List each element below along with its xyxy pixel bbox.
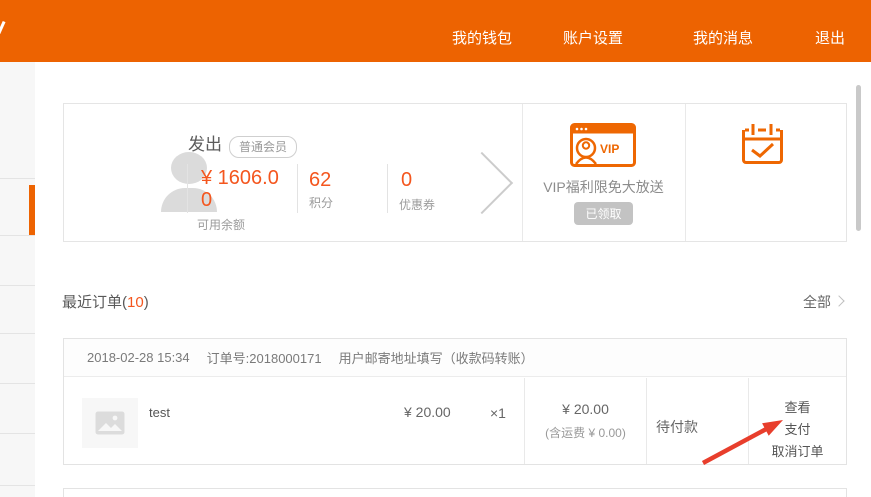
coupons-label: 优惠券 — [399, 196, 435, 213]
scrollbar-thumb[interactable] — [856, 85, 861, 231]
username: 发出 — [188, 130, 222, 155]
order-address-note: 用户邮寄地址填写（收款码转账） — [339, 348, 534, 367]
member-level-badge: 普通会员 — [229, 136, 297, 158]
section-divider — [685, 104, 686, 241]
coupons-value: 0 — [401, 169, 412, 191]
balance-label: 可用余额 — [197, 216, 245, 233]
points-label: 积分 — [309, 194, 333, 211]
stat-divider — [387, 164, 388, 213]
order-card: 2018-02-28 15:34 订单号:2018000171 用户邮寄地址填写… — [63, 338, 847, 465]
sidebar — [0, 62, 35, 497]
order-number: 订单号:2018000171 — [207, 348, 322, 367]
stat-divider — [297, 164, 298, 213]
balance-value: ¥ 1606.00 — [201, 167, 287, 211]
vip-browser-search-icon: VIP — [570, 123, 636, 167]
sidebar-divider — [0, 235, 35, 236]
order-header-row: 2018-02-28 15:34 订单号:2018000171 用户邮寄地址填写… — [64, 339, 846, 377]
claimed-button-wrap: 已领取 — [522, 202, 685, 225]
cancel-order-link[interactable]: 取消订单 — [748, 441, 847, 462]
logo-fragment — [0, 21, 6, 34]
sidebar-divider — [0, 383, 35, 384]
vip-promo-title: VIP福利限免大放送 — [522, 177, 685, 197]
claimed-button[interactable]: 已领取 — [574, 202, 632, 225]
order-datetime: 2018-02-28 15:34 — [87, 350, 190, 365]
svg-text:VIP: VIP — [600, 142, 619, 156]
shipping-note: (含运费 ¥ 0.00) — [545, 424, 626, 441]
recent-orders-count: 10 — [127, 294, 144, 311]
nav-account-settings[interactable]: 账户设置 — [563, 27, 623, 48]
next-order-card-partial — [63, 488, 847, 497]
view-order-link[interactable]: 查看 — [748, 397, 847, 418]
order-total-cell: ¥ 20.00 (含运费 ¥ 0.00) — [525, 378, 646, 464]
item-name[interactable]: test — [149, 405, 170, 420]
order-actions: 查看 支付 取消订单 — [748, 397, 847, 463]
pay-order-link[interactable]: 支付 — [748, 419, 847, 440]
recent-orders-prefix: 最近订单( — [62, 294, 127, 311]
points-value: 62 — [309, 169, 331, 191]
sidebar-divider — [0, 433, 35, 434]
view-all-link[interactable]: 全部 — [803, 292, 831, 312]
nav-my-messages[interactable]: 我的消息 — [693, 27, 753, 48]
calendar-check-icon[interactable] — [739, 123, 786, 167]
sidebar-divider — [0, 178, 35, 179]
chevron-right-icon[interactable] — [451, 152, 513, 214]
recent-orders-suffix: ) — [144, 294, 149, 311]
account-page: 我的钱包 账户设置 我的消息 退出 发出 普通会员 ¥ 1606.00 可用余额… — [0, 0, 871, 497]
user-summary-card: 发出 普通会员 ¥ 1606.00 可用余额 62 积分 0 优惠券 VIP V… — [63, 103, 847, 242]
stat-divider — [187, 164, 188, 213]
item-quantity: ×1 — [490, 405, 506, 421]
order-total-amount: ¥ 20.00 — [562, 401, 609, 417]
chevron-right-icon — [833, 295, 844, 306]
sidebar-active-indicator[interactable] — [29, 185, 35, 235]
image-placeholder-icon — [95, 411, 125, 435]
recent-orders-title: 最近订单(10) — [62, 291, 149, 312]
item-thumbnail[interactable] — [82, 398, 138, 448]
order-status: 待付款 — [656, 417, 698, 437]
nav-logout[interactable]: 退出 — [815, 27, 845, 48]
nav-my-wallet[interactable]: 我的钱包 — [452, 27, 512, 48]
item-price: ¥ 20.00 — [404, 404, 451, 420]
sidebar-divider — [0, 285, 35, 286]
sidebar-divider — [0, 485, 35, 486]
cell-divider — [646, 378, 647, 464]
sidebar-divider — [0, 333, 35, 334]
top-navbar: 我的钱包 账户设置 我的消息 退出 — [0, 0, 871, 62]
